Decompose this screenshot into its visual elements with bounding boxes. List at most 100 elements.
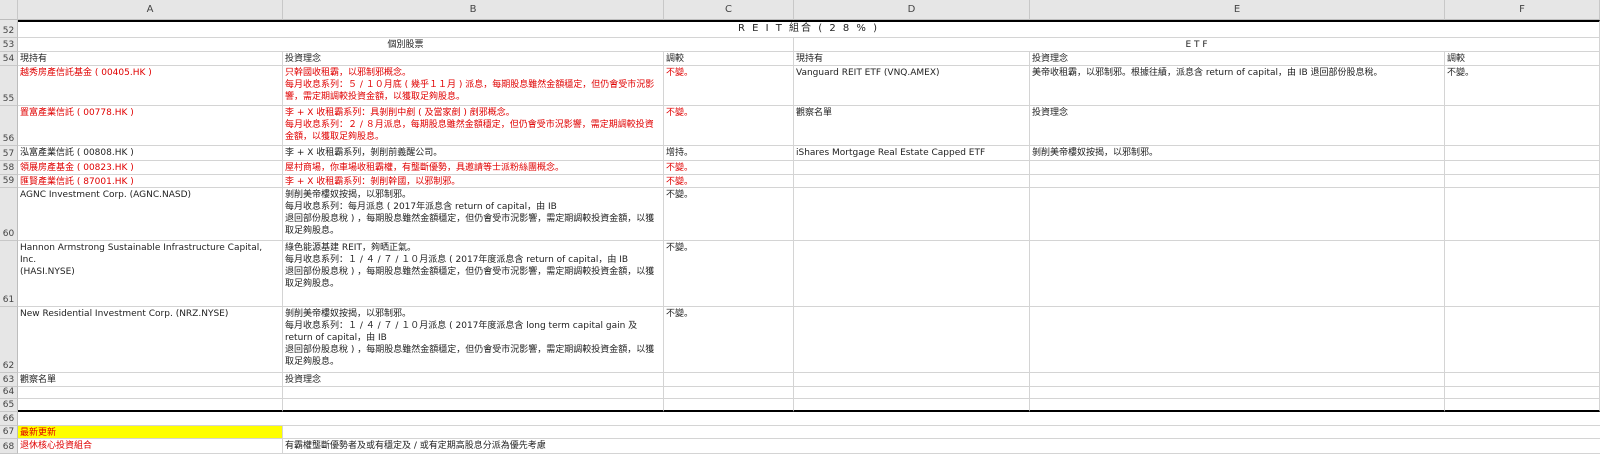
spreadsheet[interactable]: A B C D E F 52 53 54 55 56 57 58 59 60 6…	[0, 0, 1600, 466]
cell-c65[interactable]	[664, 399, 794, 412]
row-header[interactable]: 52	[0, 20, 18, 38]
cell-e60[interactable]	[1030, 188, 1445, 241]
row-header[interactable]: 53	[0, 38, 18, 52]
column-header-f[interactable]: F	[1445, 0, 1600, 20]
cell-e58[interactable]	[1030, 161, 1445, 175]
cell-b58[interactable]: 屋村商場，你車場收租霸權，有壟斷優勢，具邀請等士派粉絲團概念。	[283, 161, 664, 175]
cell-a56[interactable]: 置富產業信託 ( 00778.HK )	[18, 106, 283, 146]
cell-b57[interactable]: 李 + X 收租霸系列，剝削前義醒公司。	[283, 146, 664, 161]
adjust-header[interactable]: 調較	[664, 52, 794, 66]
etf-section-header[interactable]: E T F	[794, 38, 1600, 52]
cell-d60[interactable]	[794, 188, 1030, 241]
cell-a64[interactable]	[18, 387, 283, 399]
cell-e55[interactable]: 美帝收租霸，以邪制邪。根據往績，派息含 return of capital，由 …	[1030, 66, 1445, 106]
row-header[interactable]: 63	[0, 373, 18, 387]
row-header[interactable]: 62	[0, 307, 18, 373]
cell-c60[interactable]: 不變。	[664, 188, 794, 241]
cell-d57[interactable]: iShares Mortgage Real Estate Capped ETF …	[794, 146, 1030, 161]
cell-e62[interactable]	[1030, 307, 1445, 373]
column-header-e[interactable]: E	[1030, 0, 1445, 20]
holding-header[interactable]: 現持有	[18, 52, 283, 66]
cell-e57[interactable]: 剝削美帝樓奴按揭，以邪制邪。	[1030, 146, 1445, 161]
cell-e61[interactable]	[1030, 241, 1445, 307]
row-header[interactable]: 64	[0, 387, 18, 399]
column-header-a[interactable]: A	[18, 0, 283, 20]
cell-a59[interactable]: 匯賢產業信託 ( 87001.HK )	[18, 175, 283, 188]
cell-a63[interactable]: 觀察名單	[18, 373, 283, 387]
retirement-core-portfolio-cell[interactable]: 退休核心投資組合	[18, 439, 283, 454]
row-header[interactable]: 60	[0, 188, 18, 241]
row-header[interactable]: 58	[0, 161, 18, 175]
cell-b63[interactable]: 投資理念	[283, 373, 664, 387]
cell-f65[interactable]	[1445, 399, 1600, 412]
cell-f56[interactable]	[1445, 106, 1600, 146]
cell-e63[interactable]	[1030, 373, 1445, 387]
cell-b56[interactable]: 李 + X 收租霸系列：具剝削中剷 ( 及當家剷 ) 剷邪概念。 每月收息系列：…	[283, 106, 664, 146]
cell-b60[interactable]: 剝削美帝樓奴按揭，以邪制邪。 每月收息系列：每月派息 ( 2017年派息含 re…	[283, 188, 664, 241]
cell-a65[interactable]	[18, 399, 283, 412]
cell-d65[interactable]	[794, 399, 1030, 412]
etf-philosophy-header[interactable]: 投資理念	[1030, 52, 1445, 66]
cell-c56[interactable]: 不變。	[664, 106, 794, 146]
select-all-corner[interactable]	[0, 0, 18, 20]
cell-f55[interactable]: 不變。	[1445, 66, 1600, 106]
cell-a62[interactable]: New Residential Investment Corp. (NRZ.NY…	[18, 307, 283, 373]
reit-portfolio-title[interactable]: R E I T 組合 ( 2 8 % )	[18, 20, 1600, 38]
row-header[interactable]: 59	[0, 175, 18, 188]
cell-e65[interactable]	[1030, 399, 1445, 412]
cell-b65[interactable]	[283, 399, 664, 412]
row-header[interactable]: 56	[0, 106, 18, 146]
latest-update-cell[interactable]: 最新更新	[18, 426, 283, 439]
cell-d58[interactable]	[794, 161, 1030, 175]
row-header[interactable]: 61	[0, 241, 18, 307]
etf-adjust-header[interactable]: 調較	[1445, 52, 1600, 66]
row-header[interactable]: 55	[0, 66, 18, 106]
row-header[interactable]: 65	[0, 399, 18, 412]
row-header[interactable]: 66	[0, 412, 18, 426]
cell-d63[interactable]	[794, 373, 1030, 387]
row-header[interactable]: 67	[0, 426, 18, 439]
column-header-d[interactable]: D	[794, 0, 1030, 20]
philosophy-header[interactable]: 投資理念	[283, 52, 664, 66]
cell-e56[interactable]: 投資理念	[1030, 106, 1445, 146]
cell-d59[interactable]	[794, 175, 1030, 188]
cell-b55[interactable]: 只幹國收租霸，以邪制邪概念。 每月收息系列：５ / １０月底 ( 幾乎１１月 )…	[283, 66, 664, 106]
cell-f59[interactable]	[1445, 175, 1600, 188]
cell-b68[interactable]: 有霸權壟斷優勢者及或有穩定及 / 或有定期高股息分派為優先考慮	[283, 439, 1600, 454]
cell-b59[interactable]: 李 + X 收租霸系列：剝削幹國，以邪制邪。	[283, 175, 664, 188]
cell-d55[interactable]: Vanguard REIT ETF (VNQ.AMEX)	[794, 66, 1030, 106]
cell-e64[interactable]	[1030, 387, 1445, 399]
cell-a61[interactable]: Hannon Armstrong Sustainable Infrastruct…	[18, 241, 283, 307]
cell-c58[interactable]: 不變。	[664, 161, 794, 175]
cell-a57[interactable]: 泓富產業信託 ( 00808.HK )	[18, 146, 283, 161]
cell-f62[interactable]	[1445, 307, 1600, 373]
stocks-section-header[interactable]: 個別股票	[18, 38, 794, 52]
etf-holding-header[interactable]: 現持有	[794, 52, 1030, 66]
cell-c64[interactable]	[664, 387, 794, 399]
cell-d64[interactable]	[794, 387, 1030, 399]
cell-c61[interactable]: 不變。	[664, 241, 794, 307]
column-header-c[interactable]: C	[664, 0, 794, 20]
cell-c57[interactable]: 增持。	[664, 146, 794, 161]
cell-f63[interactable]	[1445, 373, 1600, 387]
cell-f60[interactable]	[1445, 188, 1600, 241]
cell-d56[interactable]: 觀察名單	[794, 106, 1030, 146]
cell-f61[interactable]	[1445, 241, 1600, 307]
cell-b64[interactable]	[283, 387, 664, 399]
cell-a60[interactable]: AGNC Investment Corp. (AGNC.NASD)	[18, 188, 283, 241]
cell-b61[interactable]: 綠色能源基建 REIT，夠晒正氣。 每月收息系列：１ / ４ / ７ / １０月…	[283, 241, 664, 307]
cell-d61[interactable]	[794, 241, 1030, 307]
cell-b67[interactable]	[283, 426, 1600, 439]
row-66[interactable]	[18, 412, 1600, 426]
cell-f58[interactable]	[1445, 161, 1600, 175]
row-header[interactable]: 68	[0, 439, 18, 454]
row-header[interactable]: 54	[0, 52, 18, 66]
row-header[interactable]: 57	[0, 146, 18, 161]
cell-a58[interactable]: 領展房產基金 ( 00823.HK )	[18, 161, 283, 175]
cell-c63[interactable]	[664, 373, 794, 387]
cell-c55[interactable]: 不變。	[664, 66, 794, 106]
cell-c62[interactable]: 不變。	[664, 307, 794, 373]
cell-f64[interactable]	[1445, 387, 1600, 399]
cell-a55[interactable]: 越秀房產信託基金 ( 00405.HK )	[18, 66, 283, 106]
cell-f57[interactable]	[1445, 146, 1600, 161]
